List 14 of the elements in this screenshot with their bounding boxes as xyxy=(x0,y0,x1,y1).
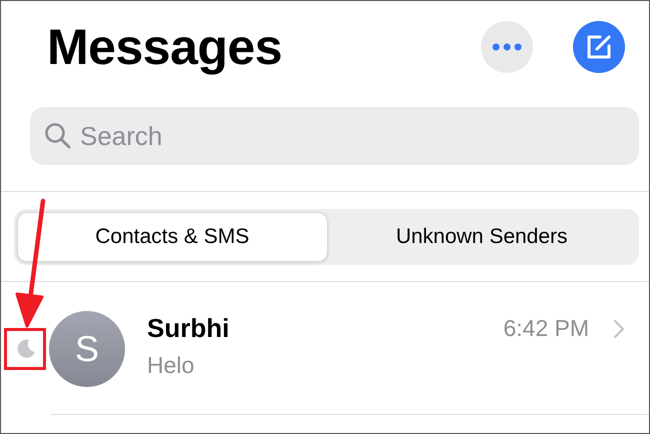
highlight-box xyxy=(4,328,46,370)
more-icon xyxy=(492,43,522,51)
chevron-icon xyxy=(613,318,625,338)
message-time: 6:42 PM xyxy=(503,315,589,342)
page-title: Messages xyxy=(47,18,282,76)
search-field[interactable]: Search xyxy=(30,107,639,165)
compose-button[interactable] xyxy=(573,21,625,73)
filter-tab[interactable]: Unknown Senders xyxy=(328,212,636,262)
contact-avatar: S xyxy=(49,310,125,386)
message-preview: Helo xyxy=(147,352,196,379)
compose-icon xyxy=(585,33,613,61)
more-button[interactable] xyxy=(481,21,533,73)
contact-name: Surbhi xyxy=(147,313,230,344)
filter-tab[interactable]: Contacts & SMS xyxy=(17,212,328,262)
